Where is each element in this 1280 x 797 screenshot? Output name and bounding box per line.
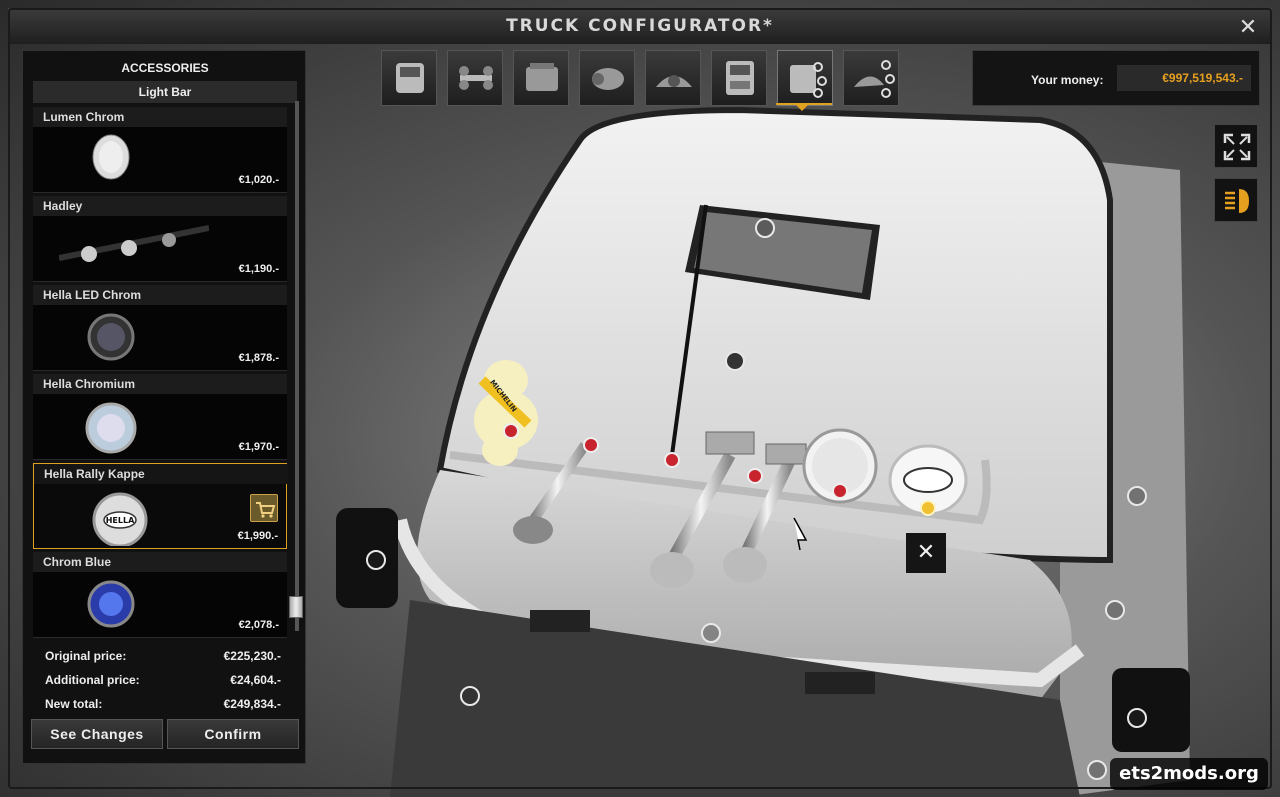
light-bar-thumbnail bbox=[59, 225, 209, 262]
tab-interior-accessories[interactable] bbox=[843, 50, 899, 106]
hotspot-air-horns[interactable] bbox=[747, 468, 763, 484]
list-item-chrom-blue[interactable]: Chrom Blue €2,078.- bbox=[33, 552, 287, 638]
hotspot-bumper-left[interactable] bbox=[460, 686, 480, 706]
list-item-hella-rally-kappe[interactable]: Hella Rally Kappe HELLA €1,990.- bbox=[33, 463, 288, 549]
chassis-icon bbox=[459, 66, 493, 90]
accessories-heading: ACCESSORIES bbox=[121, 61, 209, 75]
item-price: €1,878.- bbox=[238, 352, 279, 364]
hella-logo: HELLA bbox=[106, 516, 135, 525]
hotspot-roof-hatch[interactable] bbox=[755, 218, 775, 238]
hotspot-step-right[interactable] bbox=[1087, 760, 1107, 780]
headlights-toggle-button[interactable] bbox=[1214, 178, 1258, 222]
item-name: Hella Rally Kappe bbox=[34, 464, 288, 484]
hotspot-air-horn-left[interactable] bbox=[583, 437, 599, 453]
scrollbar-thumb[interactable] bbox=[289, 596, 303, 618]
hotspot-grille[interactable] bbox=[701, 623, 721, 643]
hotspot-antenna[interactable] bbox=[664, 452, 680, 468]
accessories-panel: ACCESSORIES Light Bar Lumen Chrom €1,020… bbox=[22, 50, 306, 764]
fullscreen-button[interactable] bbox=[1214, 124, 1258, 168]
interior-icon bbox=[656, 75, 692, 87]
hotspot-mirror-right[interactable] bbox=[1127, 708, 1147, 728]
truck-front-icon bbox=[726, 61, 754, 95]
see-changes-button[interactable]: See Changes bbox=[31, 719, 163, 749]
transmission-icon bbox=[592, 68, 624, 90]
buy-button[interactable] bbox=[250, 494, 278, 522]
hotspot-lamp-left[interactable] bbox=[832, 483, 848, 499]
tab-chassis[interactable] bbox=[447, 50, 503, 106]
hotspot-lamp-right-selected[interactable] bbox=[920, 500, 936, 516]
money-label: Your money: bbox=[1031, 73, 1104, 87]
window-title: TRUCK CONFIGURATOR* bbox=[506, 16, 774, 36]
lamp-thumbnail bbox=[92, 134, 130, 180]
hotspot-mirror-left[interactable] bbox=[366, 550, 386, 570]
cabin-icon bbox=[396, 63, 424, 93]
list-item-hadley[interactable]: Hadley €1,190.- bbox=[33, 196, 287, 282]
money-panel: Your money: €997,519,543.- bbox=[972, 50, 1260, 106]
hotspot-side-upper-right[interactable] bbox=[1127, 486, 1147, 506]
watermark: ets2mods.org bbox=[1110, 758, 1268, 790]
item-price: €1,020.- bbox=[238, 174, 279, 186]
additional-price-value: €24,604.- bbox=[230, 673, 281, 687]
confirm-button[interactable]: Confirm bbox=[167, 719, 299, 749]
accessory-list: Lumen Chrom €1,020.- Hadley €1,190.- Hel… bbox=[33, 107, 288, 639]
tab-engine[interactable] bbox=[513, 50, 569, 106]
tab-truck-front[interactable] bbox=[711, 50, 767, 106]
item-name: Hadley bbox=[33, 196, 287, 216]
original-price-value: €225,230.- bbox=[223, 649, 281, 663]
list-item-lumen-chrom[interactable]: Lumen Chrom €1,020.- bbox=[33, 107, 287, 193]
lamp-thumbnail: HELLA bbox=[92, 492, 148, 546]
list-item-hella-led-chrom[interactable]: Hella LED Chrom €1,878.- bbox=[33, 285, 287, 371]
item-price: €2,078.- bbox=[238, 619, 279, 631]
remove-accessory-button[interactable]: ✕ bbox=[906, 533, 946, 573]
category-selector[interactable]: Light Bar bbox=[33, 81, 297, 103]
lamp-thumbnail bbox=[85, 402, 137, 454]
active-tab-caret bbox=[796, 105, 808, 111]
shopping-cart-icon bbox=[256, 502, 276, 518]
hotspot-roof-center[interactable] bbox=[725, 351, 745, 371]
tab-interior[interactable] bbox=[645, 50, 701, 106]
item-name: Lumen Chrom bbox=[33, 107, 287, 127]
list-item-hella-chromium[interactable]: Hella Chromium €1,970.- bbox=[33, 374, 287, 460]
hotspot-mascot[interactable] bbox=[503, 423, 519, 439]
new-total-value: €249,834.- bbox=[223, 697, 281, 711]
new-total-row: New total: €249,834.- bbox=[33, 693, 287, 715]
money-value: €997,519,543.- bbox=[1117, 65, 1251, 91]
item-name: Hella LED Chrom bbox=[33, 285, 287, 305]
item-price: €1,990.- bbox=[237, 530, 278, 542]
item-name: Hella Chromium bbox=[33, 374, 287, 394]
expand-icon bbox=[1223, 133, 1251, 161]
item-name: Chrom Blue bbox=[33, 552, 287, 572]
original-price-row: Original price: €225,230.- bbox=[33, 645, 287, 667]
additional-price-label: Additional price: bbox=[45, 673, 140, 687]
interior-accessories-icon bbox=[854, 60, 895, 98]
exterior-accessories-icon bbox=[790, 62, 827, 98]
item-price: €1,970.- bbox=[238, 441, 279, 453]
list-scrollbar[interactable] bbox=[295, 101, 299, 631]
additional-price-row: Additional price: €24,604.- bbox=[33, 669, 287, 691]
close-button[interactable]: ✕ bbox=[1236, 16, 1260, 40]
lamp-thumbnail bbox=[87, 580, 135, 628]
new-total-label: New total: bbox=[45, 697, 103, 711]
lamp-thumbnail bbox=[87, 313, 135, 361]
tab-cabin[interactable] bbox=[381, 50, 437, 106]
tab-exterior-accessories[interactable] bbox=[777, 50, 833, 106]
hotspot-side-right[interactable] bbox=[1105, 600, 1125, 620]
engine-icon bbox=[526, 63, 558, 91]
headlight-icon bbox=[1225, 189, 1249, 213]
tab-transmission[interactable] bbox=[579, 50, 635, 106]
item-price: €1,190.- bbox=[238, 263, 279, 275]
original-price-label: Original price: bbox=[45, 649, 127, 663]
